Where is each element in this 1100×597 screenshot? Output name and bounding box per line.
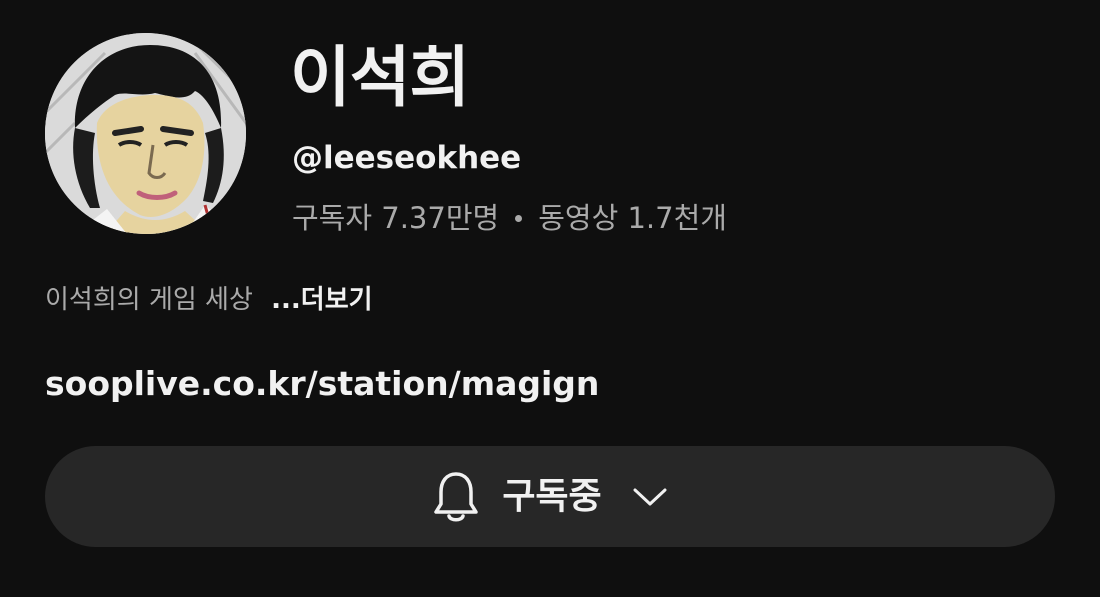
video-count: 동영상 1.7천개 <box>538 201 727 235</box>
chevron-down-icon <box>630 482 670 512</box>
channel-handle: @leeseokhee <box>292 140 522 176</box>
channel-link[interactable]: sooplive.co.kr/station/magign <box>45 360 599 408</box>
channel-description[interactable]: 이석희의 게임 세상 ...더보기 <box>45 280 373 320</box>
bell-icon <box>430 469 482 525</box>
subscribed-label: 구독중 <box>502 475 602 517</box>
channel-avatar[interactable] <box>45 33 246 234</box>
subscriber-count: 구독자 7.37만명 <box>292 201 500 235</box>
channel-name: 이석희 <box>290 39 470 116</box>
more-link[interactable]: ...더보기 <box>271 285 372 315</box>
description-text: 이석희의 게임 세상 <box>45 285 253 315</box>
separator-dot <box>515 214 523 222</box>
channel-stats: 구독자 7.37만명 동영상 1.7천개 <box>292 196 727 240</box>
avatar-portrait-drawing <box>45 33 246 234</box>
subscribed-button[interactable]: 구독중 <box>45 446 1055 547</box>
